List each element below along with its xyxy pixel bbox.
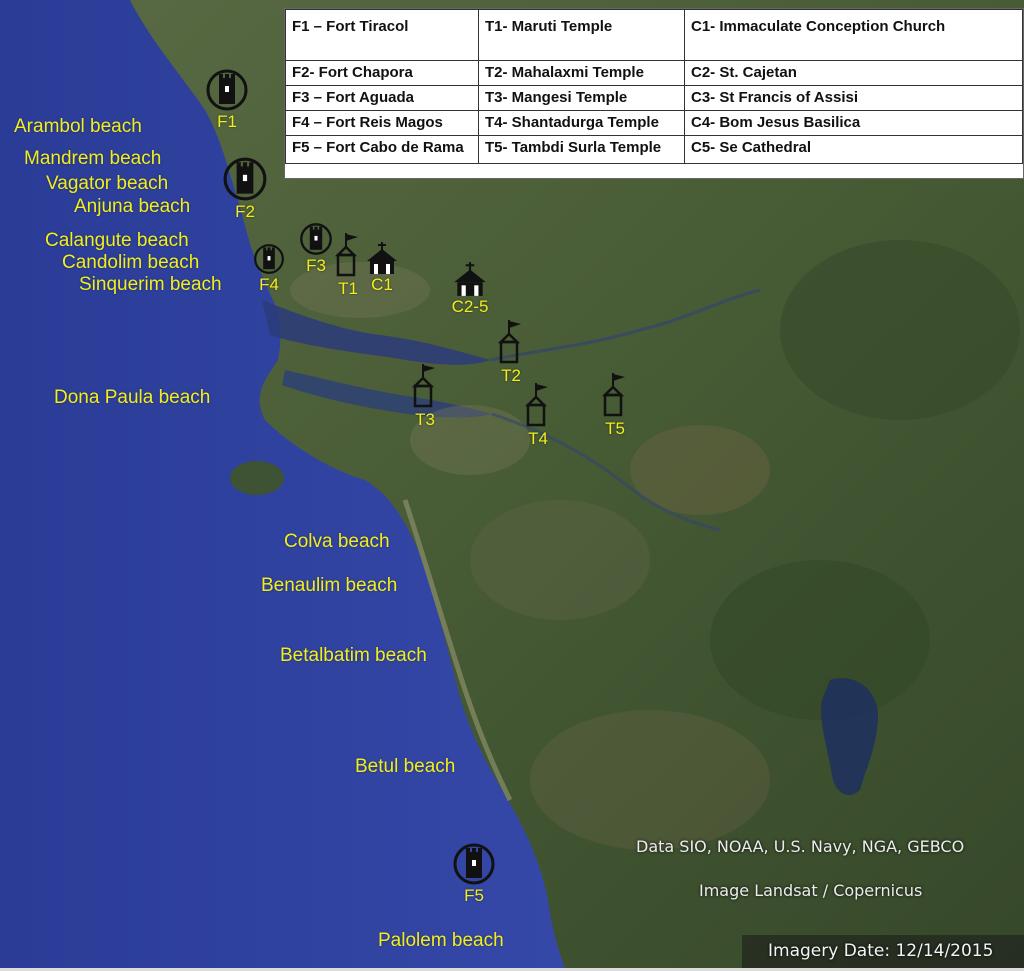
temple-marker-t2[interactable]: T2 xyxy=(481,318,541,385)
fort-label: F4 xyxy=(259,275,279,294)
legend-cell-church: C1- Immaculate Conception Church xyxy=(684,9,1023,61)
fort-label: F2 xyxy=(235,202,255,221)
fort-marker-f1[interactable]: F1 xyxy=(197,68,257,131)
beach-label-anjuna: Anjuna beach xyxy=(74,196,191,217)
legend-cell-temple: T3- Mangesi Temple xyxy=(478,85,685,111)
data-attribution: Data SIO, NOAA, U.S. Navy, NGA, GEBCO xyxy=(636,837,965,856)
beach-label-mandrem: Mandrem beach xyxy=(24,148,162,169)
beach-label-colva: Colva beach xyxy=(284,531,390,552)
temple-label: T3 xyxy=(415,410,435,429)
legend-cell-temple: T4- Shantadurga Temple xyxy=(478,110,685,136)
beach-label-arambol: Arambol beach xyxy=(14,116,142,137)
legend-cell-temple: T2- Mahalaxmi Temple xyxy=(478,60,685,86)
legend-cell-church: C4- Bom Jesus Basilica xyxy=(684,110,1023,136)
legend-table-container: F1 – Fort Tiracol T1- Maruti Temple C1- … xyxy=(284,8,1024,179)
fort-label: F5 xyxy=(464,886,484,905)
beach-label-betul: Betul beach xyxy=(355,756,456,777)
imagery-date: Imagery Date: 12/14/2015 xyxy=(768,941,994,961)
legend-cell-church: C2- St. Cajetan xyxy=(684,60,1023,86)
temple-marker-t3[interactable]: T3 xyxy=(395,362,455,429)
legend-cell-fort: F1 – Fort Tiracol xyxy=(285,9,479,61)
legend-cell-fort: F2- Fort Chapora xyxy=(285,60,479,86)
legend-cell-temple: T5- Tambdi Surla Temple xyxy=(478,135,685,164)
beach-label-palolem: Palolem beach xyxy=(378,930,504,951)
church-label: C1 xyxy=(371,275,393,294)
legend-cell-church: C3- St Francis of Assisi xyxy=(684,85,1023,111)
beach-label-sinquerim: Sinquerim beach xyxy=(79,274,222,295)
temple-flag-icon xyxy=(601,373,625,417)
fort-marker-f2[interactable]: F2 xyxy=(215,156,275,221)
church-marker-c1[interactable]: C1 xyxy=(352,241,412,294)
fort-marker-f5[interactable]: F5 xyxy=(444,842,504,905)
fort-label: F1 xyxy=(217,112,237,131)
temple-marker-t4[interactable]: T4 xyxy=(508,381,568,448)
legend-row: F2- Fort Chapora T2- Mahalaxmi Temple C2… xyxy=(285,60,1023,86)
temple-flag-icon xyxy=(411,364,435,408)
fort-marker-f4[interactable]: F4 xyxy=(239,243,299,294)
fort-tower-icon xyxy=(223,157,267,201)
legend-cell-fort: F5 – Fort Cabo de Rama xyxy=(285,135,479,164)
fort-tower-icon xyxy=(206,69,248,111)
church-icon xyxy=(367,242,397,274)
legend-row: F1 – Fort Tiracol T1- Maruti Temple C1- … xyxy=(285,9,1023,61)
legend-row: F3 – Fort Aguada T3- Mangesi Temple C3- … xyxy=(285,85,1023,111)
legend-row: F5 – Fort Cabo de Rama T5- Tambdi Surla … xyxy=(285,135,1023,164)
legend-cell-fort: F3 – Fort Aguada xyxy=(285,85,479,111)
beach-label-candolim: Candolim beach xyxy=(62,252,200,273)
legend-cell-church: C5- Se Cathedral xyxy=(684,135,1023,164)
church-label: C2-5 xyxy=(451,297,489,316)
beach-label-betalbatim: Betalbatim beach xyxy=(280,645,427,666)
temple-flag-icon xyxy=(497,320,521,364)
beach-label-calangute: Calangute beach xyxy=(45,230,189,251)
temple-label: T4 xyxy=(528,429,548,448)
temple-flag-icon xyxy=(524,383,548,427)
beach-label-vagator: Vagator beach xyxy=(46,173,169,194)
legend-row: F4 – Fort Reis Magos T4- Shantadurga Tem… xyxy=(285,110,1023,136)
beach-label-benaulim: Benaulim beach xyxy=(261,575,398,596)
church-marker-c2-5[interactable]: C2-5 xyxy=(440,261,500,316)
fort-tower-icon xyxy=(254,244,284,274)
fort-tower-icon xyxy=(453,843,495,885)
imagery-attribution: Image Landsat / Copernicus xyxy=(699,881,923,900)
map-view[interactable]: Arambol beach Mandrem beach Vagator beac… xyxy=(0,0,1024,971)
church-icon xyxy=(454,262,486,296)
legend-cell-temple: T1- Maruti Temple xyxy=(478,9,685,61)
temple-marker-t5[interactable]: T5 xyxy=(585,371,645,438)
beach-label-dona-paula: Dona Paula beach xyxy=(54,387,211,408)
temple-label: T5 xyxy=(605,419,625,438)
legend-table: F1 – Fort Tiracol T1- Maruti Temple C1- … xyxy=(285,9,1023,164)
legend-cell-fort: F4 – Fort Reis Magos xyxy=(285,110,479,136)
